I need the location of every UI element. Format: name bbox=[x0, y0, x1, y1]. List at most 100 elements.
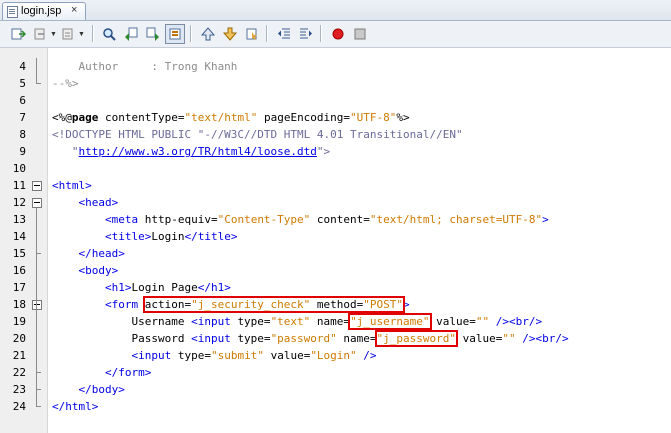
line-number: 19 bbox=[12, 315, 26, 328]
code-token: " bbox=[52, 145, 79, 158]
code-token: http://www.w3.org/TR/html4/loose.dtd bbox=[78, 145, 317, 158]
code-token: <meta bbox=[52, 213, 145, 226]
code-token: page bbox=[71, 111, 99, 124]
code-token: Password bbox=[52, 332, 192, 345]
tab-label: login.jsp bbox=[21, 5, 62, 17]
line-number: 13 bbox=[12, 213, 26, 226]
code-token: Author : Trong Khanh bbox=[52, 60, 238, 73]
code-text: <meta http-equiv="Content-Type" content=… bbox=[52, 211, 549, 228]
code-token: "POST" bbox=[363, 298, 404, 311]
code-line: 21 <input type="submit" value="Login" /> bbox=[0, 347, 671, 364]
fold-toggle-icon[interactable] bbox=[32, 300, 42, 310]
code-token: name= bbox=[336, 332, 377, 345]
code-token: "j_username" bbox=[350, 315, 430, 328]
code-token: </title> bbox=[184, 230, 238, 243]
code-token: "" bbox=[502, 332, 516, 345]
code-token: --%> bbox=[52, 77, 79, 90]
code-text: --%> bbox=[52, 75, 79, 92]
code-token: "password" bbox=[270, 332, 337, 345]
code-token: "text" bbox=[270, 315, 311, 328]
last-edit-icon[interactable] bbox=[58, 24, 78, 44]
previous-bookmark-icon[interactable] bbox=[198, 24, 218, 44]
code-token: pageEncoding= bbox=[257, 111, 351, 124]
line-number: 23 bbox=[12, 383, 26, 396]
close-tab-button[interactable]: × bbox=[71, 4, 77, 16]
code-token: "Login" bbox=[310, 349, 357, 362]
code-token: > bbox=[542, 213, 549, 226]
editor-tab-bar: login.jsp × bbox=[0, 0, 671, 21]
code-text: <body> bbox=[52, 262, 118, 279]
code-editor[interactable]: 4 Author : Trong Khanh 5 --%> 6 7 <%@page con… bbox=[0, 48, 671, 433]
last-edit-dropdown-icon[interactable]: ▼ bbox=[78, 31, 85, 38]
toolbar-separator bbox=[190, 25, 191, 42]
line-number: 11 bbox=[12, 179, 26, 192]
code-line: 24 </html> bbox=[0, 398, 671, 415]
code-line: 6 bbox=[0, 92, 671, 109]
code-text: </form> bbox=[52, 364, 151, 381]
code-token: </html> bbox=[52, 400, 99, 413]
line-number: 15 bbox=[12, 247, 26, 260]
stop-macro-icon[interactable] bbox=[350, 24, 370, 44]
code-token: </body> bbox=[52, 383, 125, 396]
toggle-highlight-icon[interactable] bbox=[165, 24, 185, 44]
code-text: "http://www.w3.org/TR/html4/loose.dtd"> bbox=[52, 143, 330, 160]
code-token: /> bbox=[356, 349, 377, 362]
line-number: 7 bbox=[19, 111, 26, 124]
code-text: <!DOCTYPE HTML PUBLIC "-//W3C//DTD HTML … bbox=[52, 126, 463, 143]
code-line: 9 "http://www.w3.org/TR/html4/loose.dtd"… bbox=[0, 143, 671, 160]
code-token: "text/html" bbox=[184, 111, 258, 124]
line-number: 6 bbox=[19, 94, 26, 107]
find-next-icon[interactable] bbox=[143, 24, 163, 44]
shift-right-icon[interactable] bbox=[296, 24, 316, 44]
code-token: "j_password" bbox=[376, 332, 457, 345]
highlight-box: "j_username" bbox=[348, 313, 432, 330]
shift-left-icon[interactable] bbox=[274, 24, 294, 44]
line-number: 16 bbox=[12, 264, 26, 277]
code-token: <body> bbox=[52, 264, 119, 277]
toggle-bookmark-icon[interactable] bbox=[242, 24, 262, 44]
tab-login-jsp[interactable]: login.jsp × bbox=[2, 2, 86, 20]
code-text: <head> bbox=[52, 194, 118, 211]
back-icon[interactable] bbox=[8, 24, 28, 44]
code-token: "j_security_check" bbox=[191, 298, 311, 311]
code-text: <%@page contentType="text/html" pageEnco… bbox=[52, 109, 410, 126]
code-line: 16 <body> bbox=[0, 262, 671, 279]
code-text: </body> bbox=[52, 381, 125, 398]
code-token: type= bbox=[177, 349, 211, 362]
line-number: 17 bbox=[12, 281, 26, 294]
code-line: 5 --%> bbox=[0, 75, 671, 92]
fold-guide-line bbox=[36, 207, 37, 407]
line-number: 9 bbox=[19, 145, 26, 158]
line-number: 4 bbox=[19, 60, 26, 73]
code-token: Username bbox=[52, 315, 192, 328]
forward-dropdown-icon[interactable]: ▼ bbox=[50, 31, 57, 38]
code-token: "> bbox=[316, 145, 331, 158]
code-line: 8 <!DOCTYPE HTML PUBLIC "-//W3C//DTD HTML… bbox=[0, 126, 671, 143]
code-text: <html> bbox=[52, 177, 92, 194]
code-text: <form action="j_security_check" method="… bbox=[52, 296, 410, 313]
toolbar-separator bbox=[92, 25, 93, 42]
record-macro-icon[interactable] bbox=[328, 24, 348, 44]
find-previous-icon[interactable] bbox=[121, 24, 141, 44]
code-token: <head> bbox=[52, 196, 119, 209]
line-number: 22 bbox=[12, 366, 26, 379]
find-icon[interactable] bbox=[99, 24, 119, 44]
code-text: <h1>Login Page</h1> bbox=[52, 279, 231, 296]
code-text: Username <input type="text" name="j_user… bbox=[52, 313, 542, 330]
code-line: 11 <html> bbox=[0, 177, 671, 194]
code-text: <title>Login</title> bbox=[52, 228, 237, 245]
next-bookmark-icon[interactable] bbox=[220, 24, 240, 44]
code-token: <h1> bbox=[52, 281, 132, 294]
code-token: </head> bbox=[52, 247, 125, 260]
code-token: http-equiv= bbox=[144, 213, 218, 226]
highlight-box: "j_password" bbox=[374, 330, 459, 347]
fold-toggle-icon[interactable] bbox=[32, 181, 42, 191]
code-text: </head> bbox=[52, 245, 125, 262]
forward-icon[interactable] bbox=[30, 24, 50, 44]
code-line: 19 Username <input type="text" name="j_u… bbox=[0, 313, 671, 330]
code-token: > bbox=[403, 298, 410, 311]
fold-toggle-icon[interactable] bbox=[32, 198, 42, 208]
code-token: %> bbox=[396, 111, 410, 124]
line-number: 14 bbox=[12, 230, 26, 243]
code-token: type= bbox=[237, 315, 271, 328]
